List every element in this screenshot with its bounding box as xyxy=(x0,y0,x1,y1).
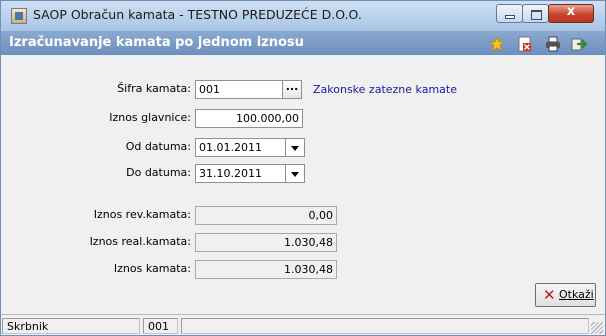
close-button[interactable]: x xyxy=(548,4,594,23)
status-user: Skrbnik xyxy=(2,318,140,334)
maximize-button[interactable] xyxy=(522,4,549,23)
star-icon[interactable] xyxy=(489,36,505,52)
app-icon xyxy=(11,8,27,24)
close-icon: x xyxy=(566,4,576,19)
close-document-icon[interactable] xyxy=(517,36,533,52)
real-kamata-label: Iznos real.kamata: xyxy=(89,235,191,248)
total-kamata-label: Iznos kamata: xyxy=(113,262,191,275)
minimize-button[interactable] xyxy=(496,4,523,23)
od-datuma-label: Od datuma: xyxy=(125,140,191,153)
title-bar[interactable]: SAOP Obračun kamata - TESTNO PREDUZEĆE D… xyxy=(1,1,605,32)
do-datuma-label: Do datuma: xyxy=(126,166,191,179)
total-kamata-value: 1.030,48 xyxy=(195,260,337,279)
form-header: Izračunavanje kamata po jednom iznosu xyxy=(1,32,605,55)
status-code: 001 xyxy=(143,318,178,334)
status-bar: Skrbnik 001 xyxy=(1,314,605,335)
real-kamata-value: 1.030,48 xyxy=(195,233,337,252)
resize-grip[interactable] xyxy=(591,322,603,334)
page-title: Izračunavanje kamata po jednom iznosu xyxy=(9,35,304,50)
cancel-icon: ✕ xyxy=(543,286,556,304)
od-datuma-dropdown-button[interactable] xyxy=(286,138,305,157)
cancel-button[interactable]: ✕ Otkaži xyxy=(535,283,596,307)
export-icon[interactable] xyxy=(571,36,587,52)
glavnica-label: Iznos glavnice: xyxy=(109,111,191,124)
do-datuma-input[interactable]: 31.10.2011 xyxy=(195,164,286,183)
status-empty xyxy=(181,318,589,334)
cancel-label: Otkaži xyxy=(559,288,594,301)
sifra-description: Zakonske zatezne kamate xyxy=(313,83,457,96)
glavnica-input[interactable]: 100.000,00 xyxy=(195,109,303,128)
od-datuma-input[interactable]: 01.01.2011 xyxy=(195,138,286,157)
printer-icon[interactable] xyxy=(545,36,561,52)
rev-kamata-value: 0,00 xyxy=(195,206,337,225)
window-title: SAOP Obračun kamata - TESTNO PREDUZEĆE D… xyxy=(33,7,362,22)
sifra-lookup-button[interactable]: ... xyxy=(283,80,302,99)
sifra-input[interactable]: 001 xyxy=(195,80,283,99)
app-window: SAOP Obračun kamata - TESTNO PREDUZEĆE D… xyxy=(0,0,606,336)
rev-kamata-label: Iznos rev.kamata: xyxy=(93,208,191,221)
sifra-label: Šifra kamata: xyxy=(117,82,191,95)
do-datuma-dropdown-button[interactable] xyxy=(286,164,305,183)
